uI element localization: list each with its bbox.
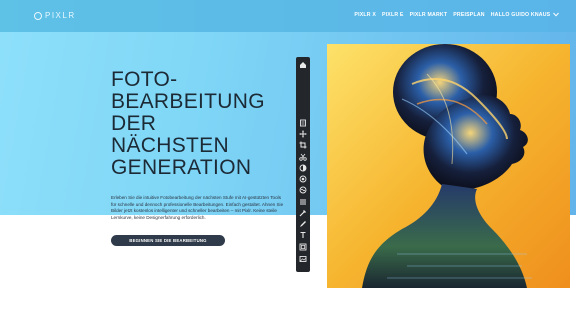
logo-text: PIXLR — [45, 11, 76, 20]
filter-icon[interactable] — [299, 175, 307, 183]
headline-line: GENERATION — [111, 156, 252, 179]
move-icon[interactable] — [299, 130, 307, 138]
nav-pixlr-e[interactable]: PIXLR E — [382, 12, 404, 18]
logo-ring-icon — [34, 11, 42, 20]
main-nav: PIXLR X PIXLR E PIXLR MARKT PREISPLAN HA… — [354, 12, 559, 18]
liquify-icon[interactable] — [299, 186, 307, 194]
crop-icon[interactable] — [299, 141, 307, 149]
editor-toolbar — [296, 57, 310, 272]
hero-description: Erleben Sie die intuitive Fotobearbeitun… — [111, 195, 284, 220]
headline-line: BEARBEITUNG — [111, 90, 265, 113]
user-greeting: HALLO GUIDO KNAUS — [490, 12, 551, 18]
start-editing-button[interactable]: BEGINNEN SIE DIE BEARBEITUNG — [111, 235, 225, 246]
double-exposure-portrait — [327, 44, 570, 288]
nav-pixlr-market[interactable]: PIXLR MARKT — [410, 12, 448, 18]
text-icon[interactable] — [299, 231, 307, 239]
arrange-icon[interactable] — [299, 119, 307, 127]
headline-line: FOTO- — [111, 68, 178, 91]
draw-icon[interactable] — [299, 220, 307, 228]
cutout-icon[interactable] — [299, 153, 307, 161]
edited-photo-preview — [327, 44, 570, 288]
nav-user-menu[interactable]: HALLO GUIDO KNAUS — [491, 12, 559, 18]
headline-line: DER — [111, 112, 157, 135]
pixlr-logo[interactable]: PIXLR — [34, 11, 76, 20]
page-headline: FOTO- BEARBEITUNG DER NÄCHSTEN GENERATIO… — [111, 69, 301, 179]
adjust-icon[interactable] — [299, 164, 307, 172]
home-icon[interactable] — [299, 61, 307, 69]
chevron-down-icon — [553, 12, 559, 17]
headline-line: NÄCHSTEN — [111, 134, 229, 157]
nav-pricing[interactable]: PREISPLAN — [453, 12, 485, 18]
nav-pixlr-x[interactable]: PIXLR X — [354, 12, 376, 18]
image-icon[interactable] — [299, 255, 307, 263]
top-navigation-bar: PIXLR PIXLR X PIXLR E PIXLR MARKT PREISP… — [0, 0, 576, 32]
layers-icon[interactable] — [299, 198, 307, 206]
frame-icon[interactable] — [299, 243, 307, 251]
retouch-icon[interactable] — [299, 209, 307, 217]
